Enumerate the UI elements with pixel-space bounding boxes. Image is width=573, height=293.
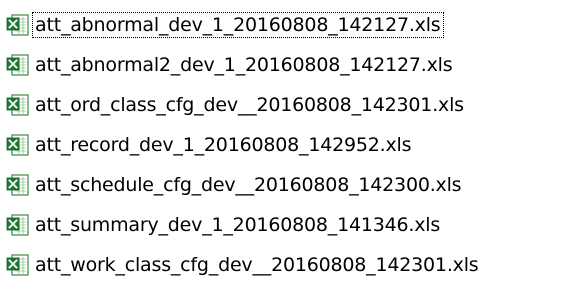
file-name[interactable]: att_record_dev_1_20160808_142952.xls: [33, 133, 413, 157]
file-name[interactable]: att_ord_class_cfg_dev__20160808_142301.x…: [33, 93, 466, 117]
file-name[interactable]: att_work_class_cfg_dev__20160808_142301.…: [33, 253, 480, 277]
excel-file-icon: [6, 14, 29, 36]
file-item[interactable]: att_work_class_cfg_dev__20160808_142301.…: [6, 245, 480, 285]
file-name[interactable]: att_abnormal2_dev_1_20160808_142127.xls: [33, 53, 454, 77]
excel-file-icon: [6, 94, 29, 116]
file-name[interactable]: att_abnormal_dev_1_20160808_142127.xls: [32, 12, 444, 38]
file-name[interactable]: att_summary_dev_1_20160808_141346.xls: [33, 213, 442, 237]
excel-file-icon: [6, 174, 29, 196]
file-item[interactable]: att_abnormal2_dev_1_20160808_142127.xls: [6, 45, 480, 85]
file-list: att_abnormal_dev_1_20160808_142127.xls a…: [6, 5, 480, 285]
excel-file-icon: [6, 54, 29, 76]
file-item[interactable]: att_schedule_cfg_dev__20160808_142300.xl…: [6, 165, 480, 205]
file-name[interactable]: att_schedule_cfg_dev__20160808_142300.xl…: [33, 173, 463, 197]
excel-file-icon: [6, 254, 29, 276]
excel-file-icon: [6, 214, 29, 236]
excel-file-icon: [6, 134, 29, 156]
file-item[interactable]: att_record_dev_1_20160808_142952.xls: [6, 125, 480, 165]
file-item[interactable]: att_abnormal_dev_1_20160808_142127.xls: [6, 5, 480, 45]
file-item[interactable]: att_ord_class_cfg_dev__20160808_142301.x…: [6, 85, 480, 125]
file-item[interactable]: att_summary_dev_1_20160808_141346.xls: [6, 205, 480, 245]
